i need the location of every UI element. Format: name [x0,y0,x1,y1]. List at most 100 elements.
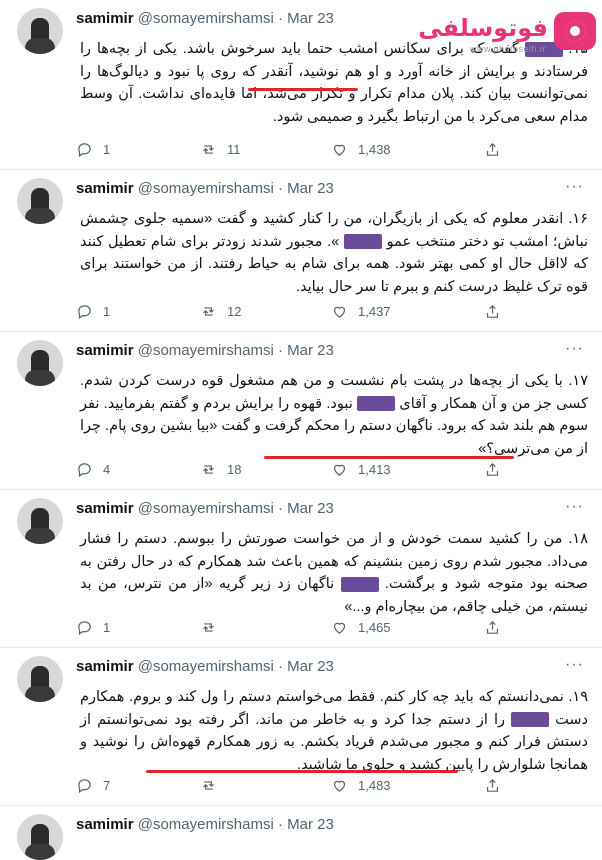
tweet-date[interactable]: Mar 23 [287,658,334,675]
reply-icon [78,305,91,320]
separator-dot: · [277,658,283,675]
avatar[interactable] [17,178,63,224]
user-handle[interactable]: @somayemirshamsi [138,180,274,197]
tweet-date[interactable]: Mar 23 [287,10,334,27]
display-name[interactable]: samimir [76,816,134,833]
heart-icon [333,464,346,476]
share-button[interactable] [484,461,501,478]
display-name[interactable]: samimir [76,658,134,675]
share-button[interactable] [484,777,501,794]
like-count: 1,483 [358,778,391,793]
heart-icon [333,622,346,634]
reply-button[interactable]: 7 [76,777,110,794]
reply-count: 7 [103,778,111,793]
tweet-header: samimir @somayemirshamsi · Mar 23 [76,500,334,517]
retweet-button[interactable]: 18 [200,461,241,478]
like-count: 1,465 [358,620,391,635]
tweet-text: ۱۷. با یکی از بچه‌ها در پشت بام نشست و م… [80,370,588,460]
display-name[interactable]: samimir [76,342,134,359]
reply-button[interactable]: 4 [76,461,110,478]
reply-button[interactable]: 1 [76,141,110,158]
watermark-url: www.photoselfi.ir [469,44,546,54]
user-handle[interactable]: @somayemirshamsi [138,816,274,833]
tweet[interactable]: samimir @somayemirshamsi · Mar 23 [0,806,602,860]
tweet-actions: 4 18 1,413 [76,461,582,479]
avatar[interactable] [17,656,63,702]
retweet-button[interactable] [200,777,227,794]
display-name[interactable]: samimir [76,180,134,197]
heart-icon [333,306,346,318]
avatar[interactable] [17,8,63,54]
tweet-date[interactable]: Mar 23 [287,180,334,197]
user-handle[interactable]: @somayemirshamsi [138,658,274,675]
retweet-count: 11 [227,142,241,157]
retweet-icon [203,781,214,790]
reply-count: 1 [103,304,111,319]
like-button[interactable]: 1,437 [331,303,391,320]
tweet-date[interactable]: Mar 23 [287,816,334,833]
user-handle[interactable]: @somayemirshamsi [138,10,274,27]
reply-icon [78,621,91,636]
share-icon [486,462,499,476]
like-count: 1,438 [358,142,391,157]
tweet-date[interactable]: Mar 23 [287,342,334,359]
separator-dot: · [277,180,283,197]
retweet-button[interactable] [200,619,227,636]
reply-icon [78,463,91,478]
retweet-icon [203,465,214,474]
like-button[interactable]: 1,483 [331,777,391,794]
display-name[interactable]: samimir [76,500,134,517]
reply-count: 1 [103,620,111,635]
separator-dot: · [277,816,283,833]
user-handle[interactable]: @somayemirshamsi [138,342,274,359]
tweet-actions: 1 12 1,437 [76,303,582,321]
avatar[interactable] [17,814,63,860]
heart-icon [333,144,346,156]
watermark-brand: فوتوسلفی [418,15,548,42]
more-options-icon[interactable]: ··· [565,656,584,674]
share-icon [486,778,499,792]
redacted-name [340,576,379,592]
reply-icon [78,143,91,158]
more-options-icon[interactable]: ··· [565,178,584,196]
reply-button[interactable]: 1 [76,303,110,320]
avatar[interactable] [17,498,63,544]
more-options-icon[interactable]: ··· [565,498,584,516]
like-button[interactable]: 1,413 [331,461,391,478]
tweet[interactable]: samimir @somayemirshamsi · Mar 23 ··· ۱۹… [0,648,602,806]
retweet-button[interactable]: 11 [200,141,241,158]
red-underline [264,456,514,459]
tweet[interactable]: samimir @somayemirshamsi · Mar 23 ··· ۱۶… [0,170,602,332]
retweet-icon [203,623,214,632]
tweet-actions: 7 1,483 [76,777,582,795]
share-button[interactable] [484,303,501,320]
tweet-header: samimir @somayemirshamsi · Mar 23 [76,658,334,675]
reply-count: 4 [103,462,111,477]
retweet-icon [203,307,214,316]
user-handle[interactable]: @somayemirshamsi [138,500,274,517]
tweet-header: samimir @somayemirshamsi · Mar 23 [76,10,334,27]
share-icon [486,142,499,156]
like-button[interactable]: 1,438 [331,141,391,158]
separator-dot: · [277,10,283,27]
retweet-icon [203,145,214,154]
separator-dot: · [277,342,283,359]
tweet-header: samimir @somayemirshamsi · Mar 23 [76,816,334,833]
tweet-date[interactable]: Mar 23 [287,500,334,517]
tweet[interactable]: samimir @somayemirshamsi · Mar 23 ··· ۱۷… [0,332,602,490]
more-options-icon[interactable]: ··· [565,340,584,358]
separator-dot: · [277,500,283,517]
retweet-count: 12 [227,304,242,319]
like-count: 1,413 [358,462,391,477]
avatar[interactable] [17,340,63,386]
like-button[interactable]: 1,465 [331,619,391,636]
retweet-button[interactable]: 12 [200,303,241,320]
reply-button[interactable]: 1 [76,619,110,636]
share-button[interactable] [484,619,501,636]
tweet[interactable]: samimir @somayemirshamsi · Mar 23 ··· ۱۸… [0,490,602,648]
tweet-feed: samimir @somayemirshamsi · Mar 23 ۱۵. گف… [0,0,602,860]
share-icon [486,304,499,318]
share-button[interactable] [484,141,501,158]
tweet-header: samimir @somayemirshamsi · Mar 23 [76,342,334,359]
display-name[interactable]: samimir [76,10,134,27]
